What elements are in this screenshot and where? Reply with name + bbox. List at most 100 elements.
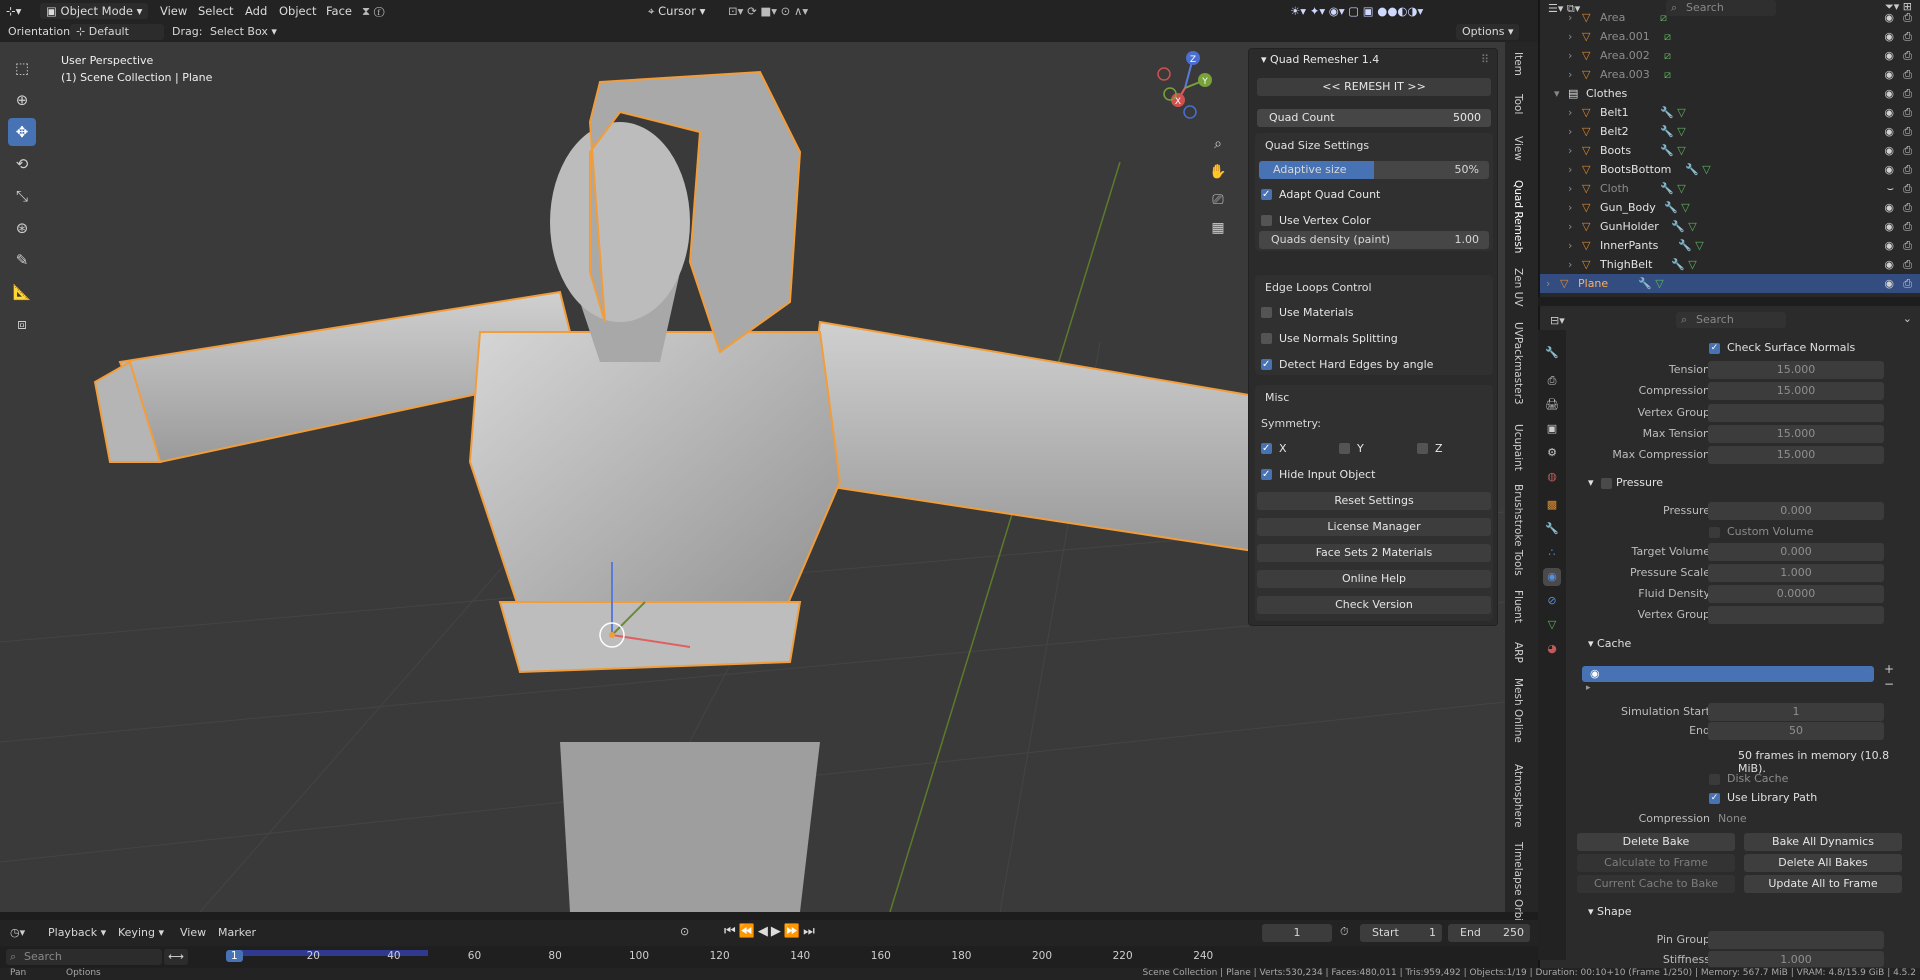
pressure-field[interactable]: 0.000 — [1708, 502, 1884, 520]
outliner-row[interactable]: › ▽ Area.002 ⧄ ◉ ⎙ — [1540, 46, 1920, 65]
panel-header[interactable]: ▾ Quad Remesher 1.4 ⠿ — [1249, 49, 1497, 71]
visibility-eye-icon[interactable]: ◉ — [1884, 255, 1894, 274]
transform-tool-icon[interactable]: ⊛ — [8, 214, 36, 242]
outliner-row[interactable]: › ▽ Belt2 🔧 ▽ ◉ ⎙ — [1540, 122, 1920, 141]
start-frame-field[interactable]: Start 1 — [1360, 924, 1442, 942]
properties-editor-icon[interactable]: ⊟▾ — [1550, 314, 1565, 327]
pressure-enable-checkbox[interactable] — [1601, 477, 1613, 489]
visibility-eye-icon[interactable]: ◉ — [1884, 8, 1894, 27]
delete-bake-button[interactable]: Delete Bake — [1577, 833, 1735, 851]
outliner-row[interactable]: › ▽ Area ⧄ ◉ ⎙ — [1540, 8, 1920, 27]
menu-add[interactable]: Add — [245, 3, 267, 19]
outliner-row[interactable]: › ▽ Boots 🔧 ▽ ◉ ⎙ — [1540, 141, 1920, 160]
outliner-row[interactable]: › ▽ InnerPants 🔧 ▽ ◉ ⎙ — [1540, 236, 1920, 255]
timeline-menu-marker[interactable]: Marker — [218, 926, 256, 939]
remesh-button[interactable]: << REMESH IT >> — [1257, 78, 1491, 96]
expand-arrow-icon[interactable]: › — [1568, 46, 1572, 65]
expand-arrow-icon[interactable]: › — [1568, 236, 1572, 255]
tab-zen-uv[interactable]: Zen UV — [1512, 268, 1524, 307]
modifier-props-icon[interactable]: 🔧 — [1543, 520, 1561, 538]
calculate-to-frame-button[interactable]: Calculate to Frame — [1577, 854, 1735, 872]
menu-object[interactable]: Object — [279, 3, 316, 19]
navigation-gizmo[interactable]: Z Y X — [1150, 50, 1220, 120]
visibility-eye-icon[interactable]: ◉ — [1884, 160, 1894, 179]
expand-arrow-icon[interactable]: › — [1568, 255, 1572, 274]
record-icon[interactable]: ⊙ — [680, 925, 689, 938]
reset-settings-button[interactable]: Reset Settings — [1257, 492, 1491, 510]
render-camera-icon[interactable]: ⎙ — [1903, 84, 1912, 103]
use-vertex-color-checkbox[interactable]: Use Vertex Color — [1261, 213, 1371, 229]
visibility-eye-icon[interactable]: ◉ — [1884, 236, 1894, 255]
cache-list-buttons[interactable]: + − — [1884, 662, 1894, 692]
constraint-props-icon[interactable]: ⊘ — [1543, 592, 1561, 610]
expand-arrow-icon[interactable]: › — [1568, 122, 1572, 141]
symmetry-z-checkbox[interactable]: Z — [1417, 441, 1443, 457]
disk-cache-checkbox[interactable]: Disk Cache — [1709, 772, 1788, 785]
expand-arrow-icon[interactable]: › — [1568, 198, 1572, 217]
tab-uvpackmaster[interactable]: UVPackmaster3 — [1512, 322, 1524, 405]
modifier-data-icons[interactable]: 🔧 ▽ — [1685, 160, 1711, 179]
timeline-menu-keying[interactable]: Keying ▾ — [118, 926, 164, 939]
data-props-icon[interactable]: ▽ — [1543, 616, 1561, 634]
orientation-dropdown[interactable]: ⊹ Default — [70, 24, 164, 40]
menu-face[interactable]: Face — [326, 3, 352, 19]
pressure-scale-field[interactable]: 1.000 — [1708, 564, 1884, 582]
tab-mesh-online[interactable]: Mesh Online — [1512, 678, 1524, 743]
tab-view[interactable]: View — [1512, 136, 1524, 161]
shape-section-header[interactable]: ▾ Shape — [1588, 905, 1631, 918]
modifier-data-icons[interactable]: 🔧 ▽ — [1638, 274, 1664, 293]
world-props-icon[interactable]: ◍ — [1543, 468, 1561, 486]
hide-input-object-checkbox[interactable]: Hide Input Object — [1261, 467, 1375, 483]
adaptive-size-slider[interactable]: Adaptive size 50% — [1259, 161, 1489, 179]
tension-field[interactable]: 15.000 — [1708, 361, 1884, 379]
tab-atmosphere[interactable]: Atmosphere — [1512, 764, 1524, 828]
modifier-data-icons[interactable]: ⧄ — [1664, 46, 1671, 65]
annotate-tool-icon[interactable]: ✎ — [8, 246, 36, 274]
current-frame-field[interactable]: 1 — [1262, 924, 1332, 942]
visibility-eye-icon[interactable]: ◉ — [1884, 46, 1894, 65]
tab-fluent[interactable]: Fluent — [1512, 590, 1524, 623]
properties-search[interactable]: ⌕ Search — [1676, 312, 1786, 328]
fluid-density-field[interactable]: 0.0000 — [1708, 585, 1884, 603]
modifier-data-icons[interactable]: 🔧 ▽ — [1660, 122, 1686, 141]
expand-arrow-icon[interactable]: › — [1568, 160, 1572, 179]
pivot-dropdown[interactable]: ⌖ Cursor ▾ — [648, 3, 705, 19]
options-dropdown[interactable]: Options ▾ — [1456, 24, 1520, 40]
use-library-path-checkbox[interactable]: ✓ Use Library Path — [1709, 791, 1817, 804]
outliner-row[interactable]: › ▽ BootsBottom 🔧 ▽ ◉ ⎙ — [1540, 160, 1920, 179]
face-sets-materials-button[interactable]: Face Sets 2 Materials — [1257, 544, 1491, 562]
modifier-data-icons[interactable]: 🔧 ▽ — [1660, 141, 1686, 160]
render-props-icon[interactable]: ⎙ — [1543, 372, 1561, 390]
shortcut-icons[interactable]: ⧗ ⓕ — [362, 3, 384, 19]
cache-list-item[interactable]: ◉ — [1582, 666, 1874, 682]
outliner-row[interactable]: › ▽ Area.003 ⧄ ◉ ⎙ — [1540, 65, 1920, 84]
modifier-data-icons[interactable]: 🔧 ▽ — [1678, 236, 1704, 255]
update-all-to-frame-button[interactable]: Update All to Frame — [1744, 875, 1902, 893]
scene-props-icon[interactable]: ⚙ — [1543, 444, 1561, 462]
view-layer-props-icon[interactable]: ▣ — [1543, 420, 1561, 438]
visibility-eye-icon[interactable]: ◉ — [1884, 122, 1894, 141]
timeline-editor-icon[interactable]: ◷▾ — [10, 926, 25, 939]
visibility-eye-icon[interactable]: ◉ — [1884, 217, 1894, 236]
cache-end-field[interactable]: 50 — [1708, 722, 1884, 740]
drag-handle-icon[interactable]: ⠿ — [1481, 49, 1489, 71]
select-box-icon[interactable]: ⬚ — [8, 54, 36, 82]
editor-type-icon[interactable]: ⊹▾ — [6, 3, 21, 19]
visibility-eye-icon[interactable]: ⌣ — [1887, 179, 1894, 198]
menu-view[interactable]: View — [160, 3, 187, 19]
measure-tool-icon[interactable]: 📐 — [8, 278, 36, 306]
online-help-button[interactable]: Online Help — [1257, 570, 1491, 588]
render-camera-icon[interactable]: ⎙ — [1903, 160, 1912, 179]
grid-view-icon[interactable]: ▦ — [1206, 214, 1230, 242]
render-camera-icon[interactable]: ⎙ — [1903, 46, 1912, 65]
tab-item[interactable]: Item — [1512, 52, 1524, 76]
drag-dropdown[interactable]: Select Box ▾ — [210, 24, 277, 40]
end-frame-field[interactable]: End 250 — [1448, 924, 1530, 942]
tab-brushstroke-tools[interactable]: Brushstroke Tools — [1512, 484, 1524, 576]
pan-hand-icon[interactable]: ✋ — [1206, 158, 1230, 186]
outliner-row[interactable]: ▾ ▤ Clothes ◉ ⎙ — [1540, 84, 1920, 103]
modifier-data-icons[interactable]: 🔧 ▽ — [1664, 198, 1690, 217]
visibility-eye-icon[interactable]: ◉ — [1884, 65, 1894, 84]
add-cube-icon[interactable]: ⧈ — [8, 310, 36, 338]
tab-tool[interactable]: Tool — [1512, 94, 1524, 114]
